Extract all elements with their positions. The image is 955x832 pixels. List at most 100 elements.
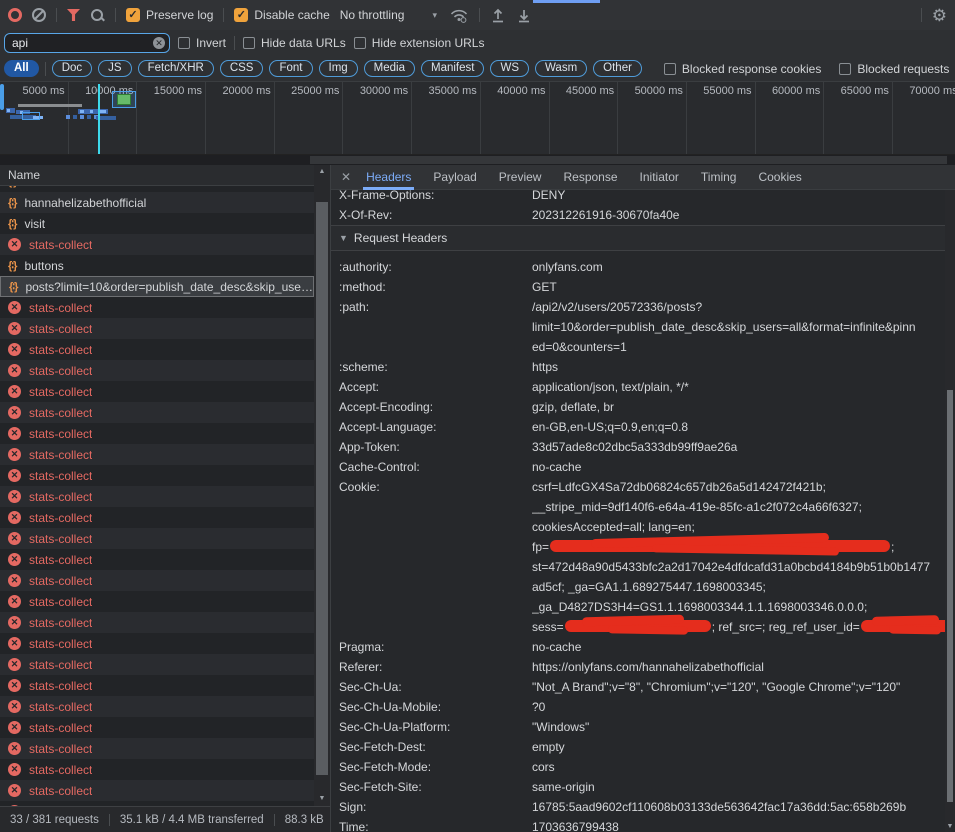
blocked-response-cookies-checkbox[interactable]: Blocked response cookies (664, 62, 821, 76)
request-row[interactable]: ✕stats-collect (0, 297, 314, 318)
checkbox-box (354, 37, 366, 49)
scroll-up-icon[interactable]: ▲ (314, 168, 330, 175)
header-name: Time: (339, 817, 532, 832)
filter-icon[interactable] (67, 9, 80, 21)
overview-scrollbar-thumb[interactable] (310, 156, 947, 164)
network-toolbar: ✓ Preserve log ✓ Disable cache No thrott… (0, 0, 955, 30)
name-column-header[interactable]: Name (0, 165, 330, 186)
request-row[interactable]: ✕stats-collect (0, 234, 314, 255)
disable-cache-checkbox[interactable]: ✓ Disable cache (234, 8, 329, 22)
request-row[interactable]: {∶}visit (0, 213, 314, 234)
network-overview-timeline[interactable]: 5000 ms10000 ms15000 ms20000 ms25000 ms3… (0, 82, 955, 155)
record-button[interactable] (8, 8, 22, 22)
request-row[interactable]: ✕stats-collect (0, 612, 314, 633)
request-row[interactable]: ✕stats-collect (0, 570, 314, 591)
settings-gear-icon[interactable]: ⚙ (932, 7, 947, 24)
tab-timing[interactable]: Timing (690, 165, 748, 190)
preserve-log-checkbox[interactable]: ✓ Preserve log (126, 8, 213, 22)
invert-checkbox[interactable]: Invert (178, 36, 226, 50)
request-failed-icon: ✕ (8, 595, 21, 608)
request-row[interactable]: ✕stats-collect (0, 486, 314, 507)
hide-extension-urls-checkbox[interactable]: Hide extension URLs (354, 36, 485, 50)
throttling-dropdown[interactable]: No throttling ▾ (340, 8, 439, 22)
request-row[interactable]: ✕stats-collect (0, 633, 314, 654)
request-name: stats-collect (29, 553, 92, 567)
export-har-icon[interactable] (516, 8, 532, 23)
request-row[interactable]: ✕stats-collect (0, 654, 314, 675)
header-value: GET (532, 277, 945, 297)
import-har-icon[interactable] (490, 8, 506, 23)
hide-data-urls-checkbox[interactable]: Hide data URLs (243, 36, 346, 50)
tab-preview[interactable]: Preview (488, 165, 553, 190)
request-row[interactable]: {∶}hannahelizabethofficial (0, 192, 314, 213)
request-row[interactable]: ✕stats-collect (0, 507, 314, 528)
request-row[interactable]: ✕stats-collect (0, 465, 314, 486)
request-row[interactable]: ✕stats-collect (0, 360, 314, 381)
request-name: stats-collect (29, 301, 92, 315)
request-failed-icon: ✕ (8, 322, 21, 335)
clear-button[interactable] (32, 8, 46, 22)
request-row[interactable]: ✕stats-collect (0, 402, 314, 423)
request-row[interactable]: ✕stats-collect (0, 381, 314, 402)
request-row[interactable]: {∶}posts?limit=10&order=publish_date_des… (0, 276, 314, 297)
request-row[interactable]: {∶}buttons (0, 255, 314, 276)
filter-chip-all[interactable]: All (4, 60, 39, 77)
overview-scrollbar[interactable] (0, 155, 955, 165)
toolbar-divider (45, 62, 46, 76)
request-row[interactable]: ✕stats-collect (0, 528, 314, 549)
request-row[interactable]: ✕stats-collect (0, 759, 314, 780)
tab-initiator[interactable]: Initiator (629, 165, 690, 190)
request-row[interactable]: ✕stats-collect (0, 738, 314, 759)
disable-cache-label: Disable cache (254, 8, 329, 22)
filter-input[interactable] (4, 33, 170, 53)
request-headers-section[interactable]: ▼Request Headers (331, 225, 945, 251)
network-conditions-icon[interactable] (449, 7, 469, 23)
filter-chip-js[interactable]: JS (98, 60, 131, 77)
request-name: visit (24, 217, 45, 231)
request-row[interactable]: ✕stats-collect (0, 444, 314, 465)
filter-chip-media[interactable]: Media (364, 60, 415, 77)
request-row[interactable]: ✕stats-collect (0, 675, 314, 696)
tab-cookies[interactable]: Cookies (747, 165, 812, 190)
request-failed-icon: ✕ (8, 658, 21, 671)
request-row[interactable]: ✕stats-collect (0, 339, 314, 360)
filter-chip-fetch-xhr[interactable]: Fetch/XHR (138, 60, 214, 77)
tab-payload[interactable]: Payload (422, 165, 487, 190)
checkbox-check-icon: ✓ (126, 8, 140, 22)
close-details-icon[interactable]: ✕ (337, 170, 355, 184)
filter-chip-manifest[interactable]: Manifest (421, 60, 484, 77)
clear-filter-icon[interactable]: ✕ (153, 37, 165, 49)
request-row[interactable]: ✕stats-collect (0, 780, 314, 801)
blocked-requests-checkbox[interactable]: Blocked requests (839, 62, 949, 76)
scrollbar-thumb[interactable] (947, 390, 953, 802)
request-row[interactable]: ✕stats-collect (0, 696, 314, 717)
checkbox-box (664, 63, 676, 75)
search-icon[interactable] (90, 8, 105, 23)
header-name: Sec-Ch-Ua-Mobile: (339, 697, 532, 717)
request-name: stats-collect (29, 763, 92, 777)
filter-chip-wasm[interactable]: Wasm (535, 60, 587, 77)
header-row: Time:1703636799438 (331, 817, 945, 832)
request-row[interactable]: ✕stats-collect (0, 591, 314, 612)
request-row[interactable]: ✕stats-collect (0, 423, 314, 444)
request-row[interactable]: ✕stats-collect (0, 318, 314, 339)
header-value: 202312261916-30670fa40e (532, 205, 945, 225)
request-row[interactable]: ✕stats-collect (0, 549, 314, 570)
filter-chip-ws[interactable]: WS (490, 60, 529, 77)
request-name: stats-collect (29, 511, 92, 525)
header-value: en-GB,en-US;q=0.9,en;q=0.8 (532, 417, 945, 437)
preserve-log-label: Preserve log (146, 8, 213, 22)
tab-response[interactable]: Response (552, 165, 628, 190)
headers-scrollbar[interactable]: ▲ ▼ (945, 190, 955, 832)
scroll-down-icon[interactable]: ▼ (945, 823, 955, 830)
filter-chip-other[interactable]: Other (593, 60, 642, 77)
filter-chip-css[interactable]: CSS (220, 60, 264, 77)
request-list-scrollbar[interactable]: ▲ ▼ (314, 165, 330, 806)
tab-headers[interactable]: Headers (355, 165, 422, 190)
filter-chip-img[interactable]: Img (319, 60, 358, 77)
filter-chip-font[interactable]: Font (269, 60, 312, 77)
scroll-down-icon[interactable]: ▼ (314, 795, 330, 802)
scrollbar-thumb[interactable] (316, 202, 328, 775)
request-row[interactable]: ✕stats-collect (0, 717, 314, 738)
filter-chip-doc[interactable]: Doc (52, 60, 92, 77)
